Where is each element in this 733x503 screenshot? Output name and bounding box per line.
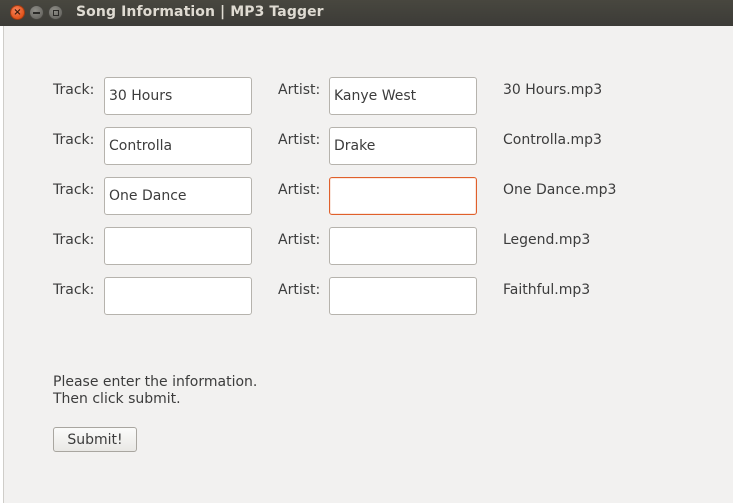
track-label: Track: [53, 132, 95, 148]
artist-label: Artist: [278, 182, 321, 198]
title-bar[interactable]: × Song Information | MP3 Tagger [0, 0, 733, 26]
track-label: Track: [53, 182, 95, 198]
track-label: Track: [53, 232, 95, 248]
filename-label-2: Controlla.mp3 [503, 132, 602, 148]
artist-label: Artist: [278, 282, 321, 298]
artist-input-1[interactable] [329, 77, 477, 115]
track-input-4[interactable] [104, 227, 252, 265]
filename-label-3: One Dance.mp3 [503, 182, 617, 198]
maximize-icon [52, 9, 59, 16]
app-window: × Song Information | MP3 Tagger Track: A… [0, 0, 733, 503]
track-input-2[interactable] [104, 127, 252, 165]
track-label: Track: [53, 82, 95, 98]
track-input-1[interactable] [104, 77, 252, 115]
submit-button[interactable]: Submit! [53, 427, 137, 452]
artist-label: Artist: [278, 82, 321, 98]
close-window-button[interactable]: × [10, 5, 25, 20]
artist-input-2[interactable] [329, 127, 477, 165]
maximize-window-button[interactable] [48, 5, 63, 20]
close-icon: × [13, 6, 22, 18]
window-title: Song Information | MP3 Tagger [76, 4, 324, 20]
status-message-line-2: Then click submit. [53, 391, 181, 407]
artist-input-4[interactable] [329, 227, 477, 265]
artist-label: Artist: [278, 232, 321, 248]
artist-input-3[interactable] [329, 177, 477, 215]
minimize-window-button[interactable] [29, 5, 44, 20]
artist-label: Artist: [278, 132, 321, 148]
submit-button-label: Submit! [67, 431, 123, 448]
filename-label-5: Faithful.mp3 [503, 282, 591, 298]
track-input-3[interactable] [104, 177, 252, 215]
filename-label-4: Legend.mp3 [503, 232, 591, 248]
status-message-line-1: Please enter the information. [53, 374, 258, 390]
track-input-5[interactable] [104, 277, 252, 315]
background-window-edge [0, 26, 4, 503]
filename-label-1: 30 Hours.mp3 [503, 82, 603, 98]
artist-input-5[interactable] [329, 277, 477, 315]
track-label: Track: [53, 282, 95, 298]
minimize-icon [33, 11, 40, 14]
